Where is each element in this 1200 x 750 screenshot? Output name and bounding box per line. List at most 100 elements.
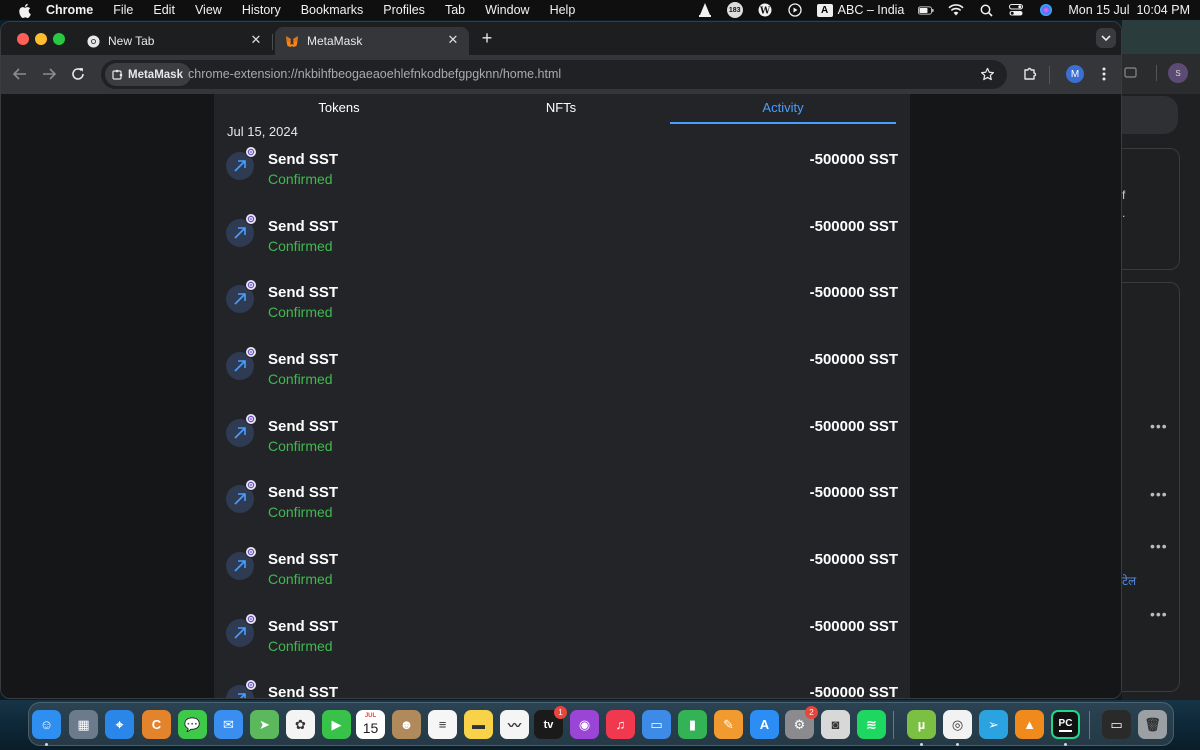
freeform-icon[interactable]: 〰 (500, 710, 529, 739)
spotify-icon[interactable]: ≋ (857, 710, 886, 739)
transaction-status: Confirmed (268, 371, 333, 387)
screenshot-icon[interactable]: ◙ (821, 710, 850, 739)
zoom-window-button[interactable] (53, 33, 65, 45)
tab-metamask[interactable]: MetaMask ✕ (275, 27, 469, 55)
menu-help[interactable]: Help (550, 3, 576, 17)
tab-tokens[interactable]: Tokens (226, 94, 452, 124)
profile-avatar[interactable]: M (1066, 65, 1084, 83)
tab-nfts[interactable]: NFTs (448, 94, 674, 124)
transaction-amount: -500000 SST (809, 618, 898, 635)
network-badge-icon (245, 546, 257, 558)
menu-file[interactable]: File (113, 3, 133, 17)
menu-edit[interactable]: Edit (153, 3, 175, 17)
pycharm-icon[interactable]: PC (1051, 710, 1080, 739)
wordpress-icon[interactable]: W (757, 3, 773, 17)
bg-more-icon[interactable]: ••• (1150, 418, 1168, 434)
pages-icon[interactable]: ✎ (714, 710, 743, 739)
podcasts-icon[interactable]: ◉ (570, 710, 599, 739)
finder-icon[interactable]: ☺ (32, 710, 61, 739)
facetime-icon[interactable]: ▶ (322, 710, 351, 739)
siri-icon[interactable] (1038, 3, 1054, 17)
utorrent-icon[interactable]: µ (907, 710, 936, 739)
bg-link-fragment[interactable]: टेल (1122, 572, 1136, 589)
telegram-icon[interactable]: ➢ (979, 710, 1008, 739)
close-tab-icon[interactable]: ✕ (250, 33, 262, 46)
safari-icon[interactable]: ⌖ (105, 710, 134, 739)
transaction-title: Send SST (268, 551, 339, 568)
vlc-status-icon[interactable] (697, 3, 713, 17)
dock: ☺ ▦ ⌖ C 💬 ✉ ➤ ✿ ▶ JUL 15 ☻ ≡ ▬ 〰 tv ◉ ♫ ▭ ▮ ✎ A ⚙ ◙ ≋ µ ◎ ➢ ▲ PC ▭ 🗑 1 2 (28, 702, 1174, 746)
transaction-row[interactable]: Send SSTConfirmed-500000 SST (226, 546, 898, 612)
bg-extension-icon[interactable] (1124, 65, 1140, 81)
more-menu-icon[interactable] (1096, 65, 1112, 83)
transaction-row[interactable]: Send SSTConfirmed-500000 SST (226, 413, 898, 479)
tab-search-button[interactable] (1096, 28, 1116, 48)
site-info-chip[interactable]: MetaMask (105, 63, 191, 86)
menu-window[interactable]: Window (485, 3, 529, 17)
numbers-icon[interactable]: ▮ (678, 710, 707, 739)
minimize-window-button[interactable] (35, 33, 47, 45)
control-center-icon[interactable] (1008, 3, 1024, 17)
menu-profiles[interactable]: Profiles (383, 3, 425, 17)
play-circle-icon[interactable] (787, 3, 803, 17)
reminders-icon[interactable]: ≡ (428, 710, 457, 739)
music-icon[interactable]: ♫ (606, 710, 635, 739)
close-window-button[interactable] (17, 33, 29, 45)
menu-view[interactable]: View (195, 3, 222, 17)
reload-button[interactable] (69, 65, 87, 83)
transaction-amount: -500000 SST (809, 418, 898, 435)
bg-more-icon[interactable]: ••• (1150, 538, 1168, 554)
bg-search-box[interactable] (1122, 96, 1178, 134)
battery-icon[interactable] (918, 3, 934, 17)
bg-profile-avatar[interactable]: S (1168, 63, 1188, 83)
menubar-datetime[interactable]: Mon 15 Jul 10:04 PM (1068, 3, 1190, 17)
transaction-row[interactable]: Send SSTConfirmed-500000 SST (226, 679, 898, 699)
chevron-down-icon (1101, 34, 1111, 41)
wifi-icon[interactable] (948, 3, 964, 17)
vlc-icon[interactable]: ▲ (1015, 710, 1044, 739)
tab-activity[interactable]: Activity (670, 94, 896, 124)
messages-icon[interactable]: 💬 (178, 710, 207, 739)
apple-logo-icon[interactable] (16, 2, 32, 18)
tv-label: tv (543, 718, 554, 731)
close-tab-icon[interactable]: ✕ (447, 33, 459, 46)
input-source[interactable]: A ABC – India (816, 3, 904, 17)
transaction-row[interactable]: Send SSTConfirmed-500000 SST (226, 613, 898, 679)
notification-count-badge[interactable]: 183 (726, 2, 743, 18)
url-text[interactable]: chrome-extension://nkbihfbeogaeaoehlefnk… (188, 67, 561, 81)
menu-history[interactable]: History (242, 3, 281, 17)
maps-icon[interactable]: ➤ (250, 710, 279, 739)
transaction-row[interactable]: Send SSTConfirmed-500000 SST (226, 346, 898, 412)
transaction-row[interactable]: Send SSTConfirmed-500000 SST (226, 279, 898, 345)
new-tab-button[interactable]: + (477, 28, 497, 48)
transaction-row[interactable]: Send SSTConfirmed-500000 SST (226, 213, 898, 279)
transaction-row[interactable]: Send SSTConfirmed-500000 SST (226, 146, 898, 212)
bg-more-icon[interactable]: ••• (1150, 486, 1168, 502)
forward-button[interactable] (40, 65, 58, 83)
back-button[interactable] (11, 65, 29, 83)
app-store-icon[interactable]: A (750, 710, 779, 739)
trash-icon[interactable]: 🗑 (1138, 710, 1167, 739)
menu-tab[interactable]: Tab (445, 3, 465, 17)
chrome-icon[interactable]: ◎ (943, 710, 972, 739)
page-viewport: Tokens NFTs Activity Jul 15, 2024 Send S… (1, 94, 1121, 699)
contacts-icon[interactable]: ☻ (392, 710, 421, 739)
ccleaner-icon[interactable]: C (142, 710, 171, 739)
transaction-row[interactable]: Send SSTConfirmed-500000 SST (226, 479, 898, 545)
bg-more-icon[interactable]: ••• (1150, 606, 1168, 622)
photos-icon[interactable]: ✿ (286, 710, 315, 739)
window-icon[interactable]: ▭ (1102, 710, 1131, 739)
spotlight-search-icon[interactable] (978, 3, 994, 17)
bookmark-star-icon[interactable] (979, 66, 995, 82)
mail-icon[interactable]: ✉ (214, 710, 243, 739)
keynote-icon[interactable]: ▭ (642, 710, 671, 739)
launchpad-icon[interactable]: ▦ (69, 710, 98, 739)
tab-new-tab[interactable]: New Tab ✕ (76, 27, 272, 55)
calendar-icon[interactable]: JUL 15 (356, 710, 385, 739)
address-bar[interactable]: MetaMask chrome-extension://nkbihfbeogae… (101, 60, 1007, 89)
transaction-title: Send SST (268, 684, 339, 699)
menu-bookmarks[interactable]: Bookmarks (301, 3, 364, 17)
notes-icon[interactable]: ▬ (464, 710, 493, 739)
menu-app-name[interactable]: Chrome (46, 3, 93, 17)
extensions-icon[interactable] (1021, 65, 1039, 83)
